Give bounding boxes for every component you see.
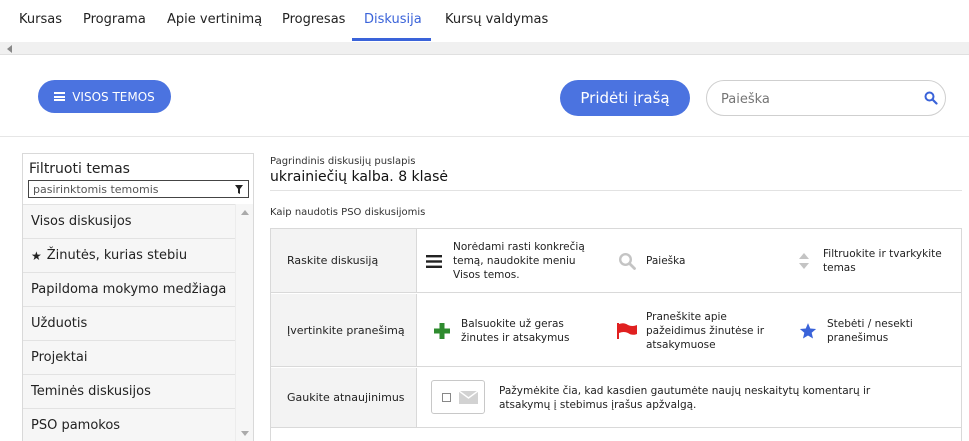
divider: [270, 190, 962, 191]
sidebar-item-stebimos-zinutes[interactable]: ★ Žinutės, kurias stebiu: [23, 238, 235, 272]
sidebar-item-label: Papildoma mokymo medžiaga: [31, 282, 227, 297]
howto-cell-text: Praneškite apie pažeidimus žinutėse ir a…: [646, 310, 765, 351]
howto-row-find: Raskite diskusiją Norėdami rasti konkreč…: [271, 229, 961, 293]
filter-title: Filtruoti temas: [29, 161, 130, 177]
sidebar-item-projektai[interactable]: Projektai: [23, 340, 235, 374]
sidebar-item-visos-diskusijos[interactable]: Visos diskusijos: [23, 204, 235, 238]
sidebar-item-papildoma-medziaga[interactable]: Papildoma mokymo medžiaga: [23, 272, 235, 306]
scroll-up-arrow-icon[interactable]: [241, 210, 249, 215]
howto-cell: Balsuokite už geras žinutes ir atsakymus: [431, 294, 606, 367]
sidebar-item-label: Projektai: [31, 350, 88, 365]
tab-programa[interactable]: Programa: [83, 12, 146, 27]
add-post-button[interactable]: Pridėti įrašą: [560, 80, 690, 116]
sidebar-item-pso-pamokos[interactable]: PSO pamokos: [23, 408, 235, 441]
active-tab-indicator: [352, 38, 431, 41]
sidebar-item-label: PSO pamokos: [31, 418, 121, 433]
sidebar-item-label: Teminės diskusijos: [31, 384, 151, 399]
search-box: [706, 80, 946, 116]
subscribe-toggle[interactable]: [431, 380, 485, 414]
star-icon: [797, 321, 819, 341]
subscribe-text: Pažymėkite čia, kad kasdien gautumėte na…: [499, 385, 871, 411]
howto-row-rate: Įvertinkite pranešimą Balsuokite už gera…: [271, 294, 961, 367]
page-title: ukrainiečių kalba. 8 klasė: [270, 169, 449, 185]
filter-select-value: pasirinktomis temomis: [33, 183, 159, 196]
topic-list: Visos diskusijos ★ Žinutės, kurias stebiu…: [23, 204, 253, 441]
menu-icon: [423, 251, 445, 271]
star-icon: ★: [31, 248, 42, 263]
search-icon: [616, 251, 638, 271]
subscribe-checkbox[interactable]: [442, 393, 451, 402]
howto-cell: Praneškite apie pažeidimus žinutėse ir a…: [616, 294, 786, 367]
howto-cell-text: Norėdami rasti konkrečią temą, naudokite…: [453, 241, 585, 281]
tab-kursu-valdymas[interactable]: Kursų valdymas: [445, 12, 548, 27]
howto-row-label: Gaukite atnaujinimus: [271, 368, 417, 427]
tab-progresas[interactable]: Progresas: [282, 12, 345, 27]
scroll-down-arrow-icon[interactable]: [241, 431, 249, 436]
howto-row-label: Raskite diskusiją: [271, 229, 417, 292]
howto-cell-text: Stebėti / nesekti pranešimus: [827, 317, 913, 344]
sidebar-item-label: Žinutės, kurias stebiu: [46, 248, 188, 263]
all-topics-label: VISOS TEMOS: [72, 89, 155, 104]
filter-icon: [235, 185, 243, 194]
search-icon[interactable]: [924, 91, 938, 105]
howto-cell-text: Balsuokite už geras žinutes ir atsakymus: [461, 317, 570, 344]
tab-kursas[interactable]: Kursas: [19, 12, 62, 27]
sidebar-item-label: Visos diskusijos: [31, 214, 132, 229]
howto-cell: Paieška: [616, 229, 786, 293]
sidebar-item-uzduotis[interactable]: Užduotis: [23, 306, 235, 340]
sidebar-scrollbar[interactable]: [235, 204, 253, 441]
scroll-left-arrow-icon[interactable]: [7, 45, 12, 53]
plus-icon: [431, 321, 453, 341]
howto-row-updates: Gaukite atnaujinimus Pažymėkite čia, kad…: [271, 368, 961, 428]
howto-row-label: Įvertinkite pranešimą: [271, 294, 417, 366]
course-tabs: Kursas Programa Apie vertinimą Progresas…: [0, 0, 969, 42]
menu-icon: [54, 92, 66, 101]
divider: [0, 136, 969, 137]
filter-select[interactable]: pasirinktomis temomis: [28, 180, 249, 198]
howto-table: Raskite diskusiją Norėdami rasti konkreč…: [270, 228, 962, 441]
sort-icon: [793, 251, 815, 271]
tab-diskusija[interactable]: Diskusija: [364, 12, 422, 27]
breadcrumb[interactable]: Pagrindinis diskusijų puslapis: [270, 156, 416, 167]
envelope-icon: [459, 391, 478, 404]
howto-cell: Stebėti / nesekti pranešimus: [797, 294, 959, 367]
flag-icon: [616, 321, 638, 341]
howto-cell-text: Filtruokite ir tvarkykite temas: [823, 248, 942, 274]
all-topics-button[interactable]: VISOS TEMOS: [38, 80, 171, 113]
howto-title: Kaip naudotis PSO diskusijomis: [270, 207, 426, 218]
howto-cell: Norėdami rasti konkrečią temą, naudokite…: [423, 229, 598, 293]
howto-cell-text: Paieška: [646, 255, 686, 267]
topic-sidebar: Filtruoti temas pasirinktomis temomis Vi…: [22, 153, 254, 441]
horizontal-scrollbar[interactable]: [0, 42, 969, 55]
sidebar-item-label: Užduotis: [31, 316, 88, 331]
search-input[interactable]: [721, 89, 911, 109]
sidebar-item-temines-diskusijos[interactable]: Teminės diskusijos: [23, 374, 235, 408]
howto-cell: Filtruokite ir tvarkykite temas: [793, 229, 959, 293]
tab-apie-vertinima[interactable]: Apie vertinimą: [167, 12, 262, 27]
